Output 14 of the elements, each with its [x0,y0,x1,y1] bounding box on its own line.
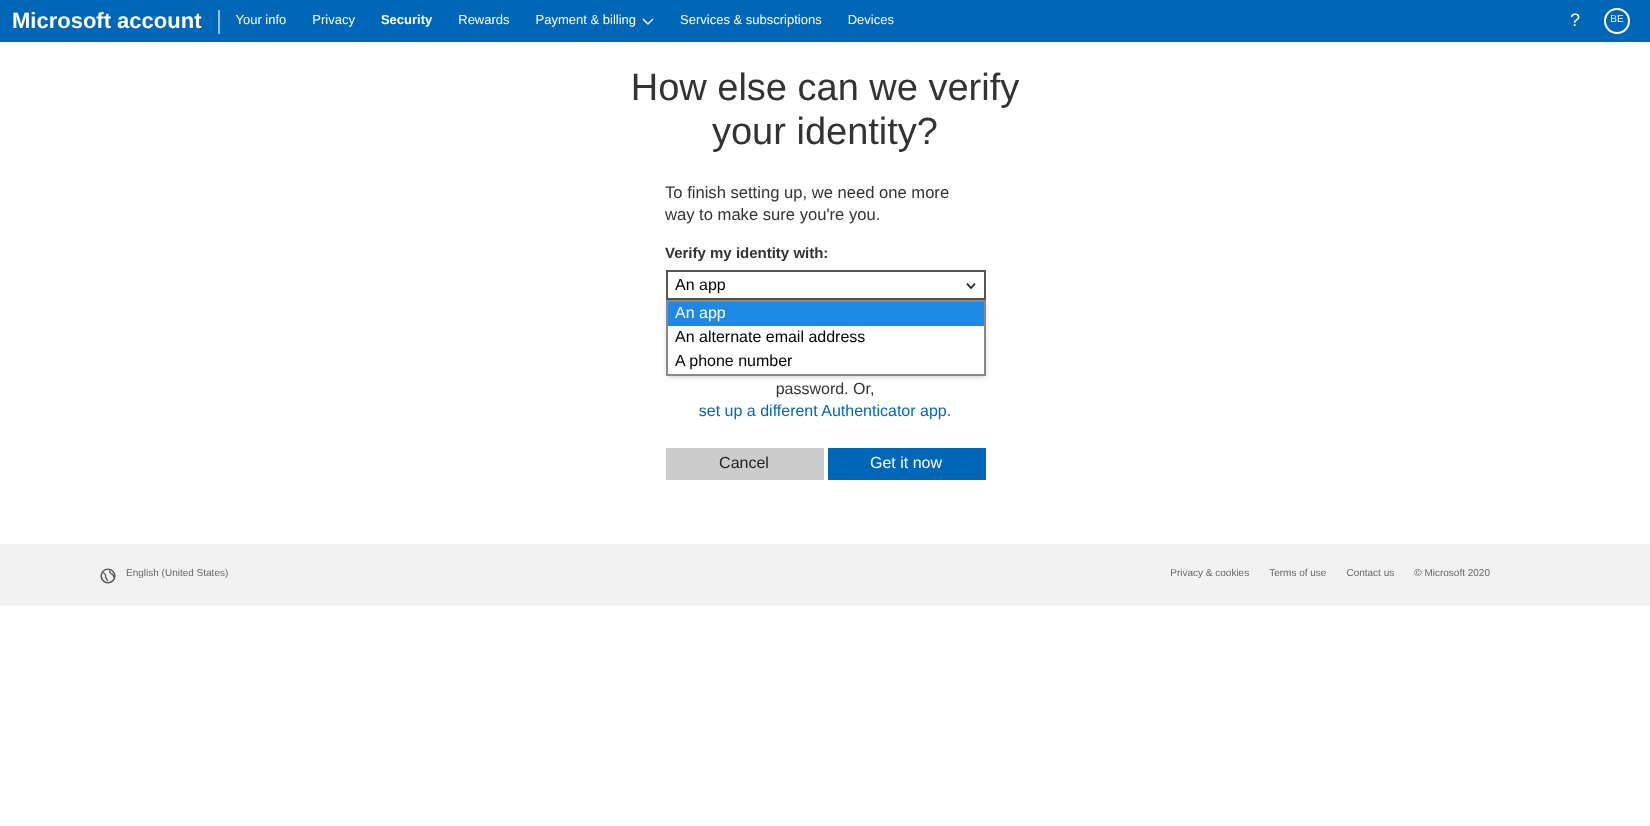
brand-name[interactable]: Microsoft account [12,9,220,33]
intro-text: To finish setting up, we need one more way to make sure you're you. [665,182,952,226]
dropdown-option[interactable]: A phone number [667,350,983,375]
method-select[interactable]: An app [665,270,985,301]
caret-icon [965,281,975,290]
globe-icon [100,567,116,584]
dropdown-option[interactable]: An alternate email address [667,326,983,351]
get-it-now-button[interactable]: Get it now [827,448,985,481]
page-title: How else can we verify your identity? [628,68,1022,156]
dropdown-option[interactable]: An app [667,302,983,327]
help-button[interactable]: ? [1569,7,1580,35]
authenticator-link[interactable]: set up a different Authenticator app. [698,400,952,423]
cancel-button[interactable]: Cancel [665,448,823,481]
note-text: password. Or, [775,378,875,401]
